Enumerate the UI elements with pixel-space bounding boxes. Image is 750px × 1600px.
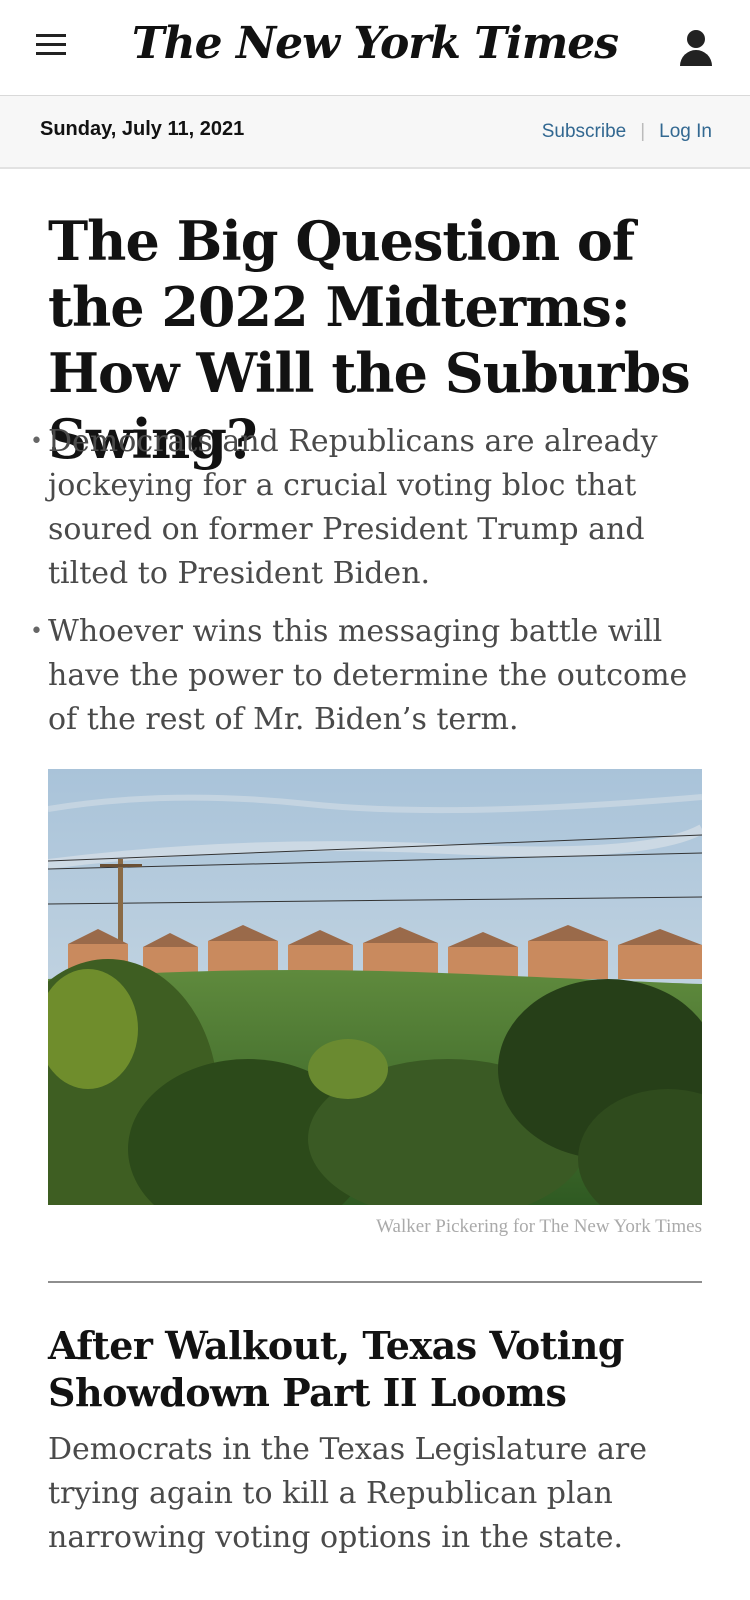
auth-links: Subscribe | Log In [542, 121, 712, 143]
date-bar: Sunday, July 11, 2021 Subscribe | Log In [0, 96, 750, 169]
second-headline[interactable]: After Walkout, Texas Voting Showdown Par… [48, 1322, 702, 1416]
lead-summary-bullet[interactable]: Democrats and Republicans are already jo… [30, 420, 720, 596]
second-summary[interactable]: Democrats in the Texas Legislature are t… [48, 1428, 702, 1560]
nyt-logo[interactable]: The New York Times [0, 18, 750, 69]
login-link[interactable]: Log In [659, 121, 712, 143]
story-divider [48, 1281, 702, 1283]
current-date: Sunday, July 11, 2021 [40, 118, 245, 140]
lead-summary-list: Democrats and Republicans are already jo… [30, 420, 720, 756]
subscribe-link[interactable]: Subscribe [542, 121, 627, 143]
user-icon[interactable] [680, 30, 712, 66]
photo-credit: Walker Pickering for The New York Times [376, 1216, 702, 1237]
lead-photo[interactable] [48, 769, 702, 1205]
lead-summary-bullet[interactable]: Whoever wins this messaging battle will … [30, 610, 720, 742]
top-bar: The New York Times [0, 0, 750, 96]
auth-separator: | [640, 121, 646, 142]
